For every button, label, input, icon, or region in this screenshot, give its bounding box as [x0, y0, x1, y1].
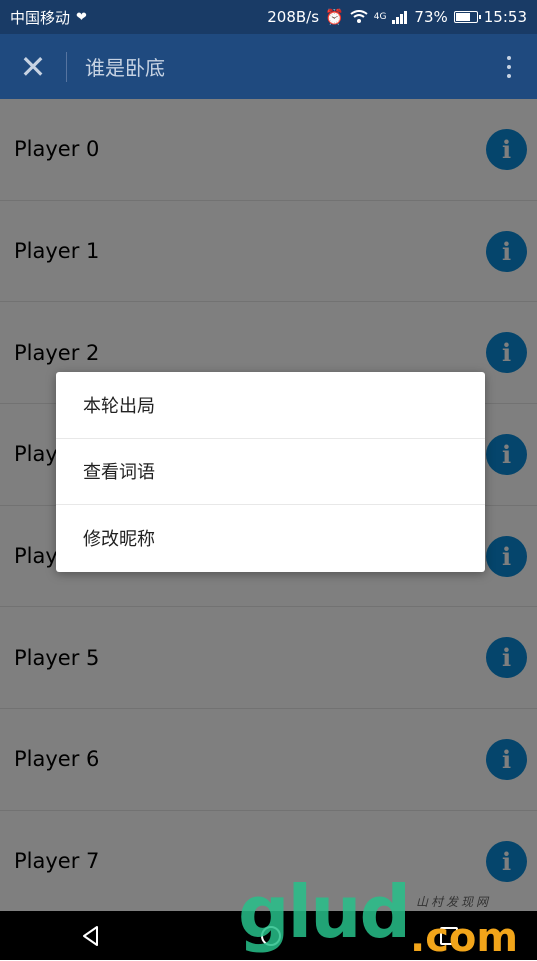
battery-icon: [453, 11, 481, 23]
wifi-icon: [350, 10, 368, 23]
menu-item-eliminate[interactable]: 本轮出局: [56, 372, 485, 439]
carrier-label: 中国移动: [10, 8, 71, 27]
title-bar: ✕ 谁是卧底: [0, 34, 537, 99]
clock: 15:53: [483, 8, 527, 26]
signal-icon: [392, 10, 408, 24]
home-icon[interactable]: [260, 925, 281, 946]
more-vertical-icon-dot: [507, 73, 511, 78]
close-icon: ✕: [19, 47, 47, 86]
more-vertical-icon-dot: [507, 64, 511, 69]
title-divider: [66, 51, 67, 82]
context-menu-dialog: 本轮出局 查看词语 修改昵称: [56, 372, 485, 572]
menu-item-view-word[interactable]: 查看词语: [56, 439, 485, 506]
battery-fill: [455, 13, 470, 21]
network-type: 4G: [373, 12, 387, 22]
menu-item-rename[interactable]: 修改昵称: [56, 505, 485, 572]
recents-icon[interactable]: [439, 926, 458, 945]
more-vertical-icon-dot: [507, 55, 511, 60]
alarm-icon: ⏰: [325, 8, 344, 26]
more-options-button[interactable]: [481, 34, 537, 99]
status-bar: 中国移动 ❤ 208B/s ⏰ 4G 73% 15:53: [0, 0, 537, 34]
status-right: 208B/s ⏰ 4G 73% 15:53: [267, 8, 527, 26]
close-button[interactable]: ✕: [0, 34, 66, 99]
back-icon[interactable]: [80, 925, 102, 947]
status-left: 中国移动 ❤: [10, 7, 87, 28]
network-speed: 208B/s: [267, 8, 320, 26]
battery-percent: 73%: [414, 8, 448, 26]
navigation-bar: [0, 911, 537, 960]
heart-monitor-icon: ❤: [76, 9, 87, 25]
page-title: 谁是卧底: [85, 56, 165, 80]
